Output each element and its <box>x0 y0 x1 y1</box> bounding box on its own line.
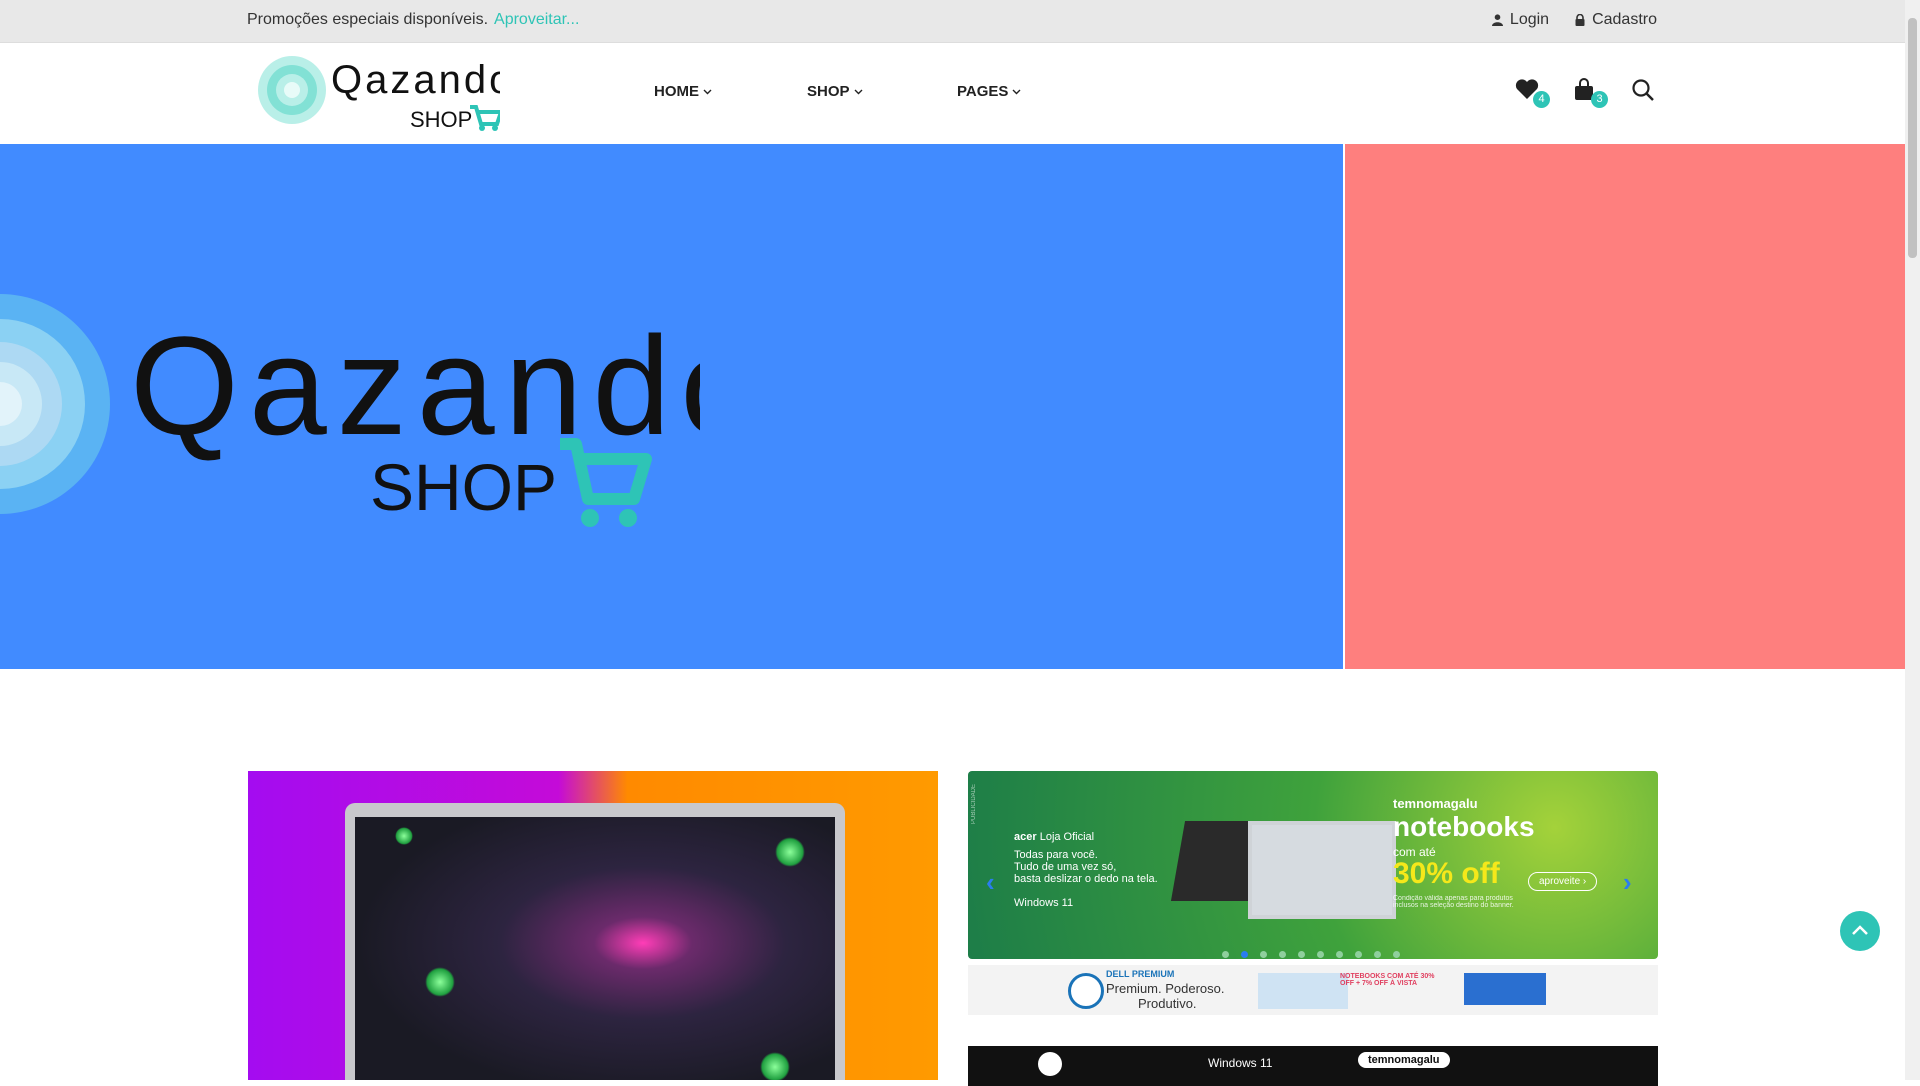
ad-side-label: PUBLICIDADE <box>971 783 978 825</box>
carousel-dot[interactable] <box>1298 951 1305 958</box>
hero-banner[interactable]: Qazando SHOP <box>0 144 1343 669</box>
hp-store-label: temnomagalu <box>1358 1052 1450 1068</box>
carousel-dot[interactable] <box>1393 951 1400 958</box>
search-icon <box>1632 79 1654 101</box>
top-bar: Promoções especiais disponíveis. Aproveit… <box>0 0 1905 43</box>
login-link[interactable]: Login <box>1491 11 1550 29</box>
tagline-line: Todas para você. <box>1014 849 1098 861</box>
signup-link[interactable]: Cadastro <box>1575 11 1657 29</box>
dell-logo <box>1068 973 1104 1009</box>
logo-sub: SHOP <box>410 107 472 131</box>
game-glow <box>775 837 805 867</box>
game-glow <box>395 827 413 845</box>
hp-logo <box>1038 1052 1062 1076</box>
ad-carousel[interactable]: acer Loja Oficial Todas para você. Tudo … <box>968 771 1658 959</box>
tagline-line: basta deslizar o dedo na tela. <box>1014 873 1158 885</box>
hero-logo-wordmark: Qazando <box>130 307 700 464</box>
carousel-right-text: temnomagalu notebooks com até 30% off Co… <box>1393 796 1535 909</box>
hero-logo-sub: SHOP <box>370 450 557 524</box>
wishlist-button[interactable]: 4 <box>1515 78 1550 108</box>
header-tools: 4 3 <box>1515 78 1657 108</box>
windows-label: Windows 11 <box>1014 897 1074 909</box>
signup-label: Cadastro <box>1592 11 1657 28</box>
carousel-dot[interactable] <box>1317 951 1324 958</box>
back-to-top-button[interactable] <box>1840 911 1880 951</box>
cart-logo-icon <box>560 438 652 527</box>
nav-shop[interactable]: SHOP <box>807 83 957 100</box>
store-label: temnomagalu <box>1393 796 1478 811</box>
page-scrollbar[interactable] <box>1905 0 1920 1080</box>
headline: notebooks <box>1393 811 1535 842</box>
wishlist-count-badge: 4 <box>1533 91 1550 108</box>
game-screenshot <box>355 817 835 1080</box>
carousel-dots <box>1222 951 1400 958</box>
fine-print: Condição válida apenas para produtos inc… <box>1393 895 1514 909</box>
game-glow <box>425 967 455 997</box>
promo-message: Promoções especiais disponíveis. Aproveit… <box>247 11 579 29</box>
carousel-dot[interactable] <box>1279 951 1286 958</box>
dell-banner[interactable]: DELL PREMIUM Premium. Poderoso. Produtiv… <box>968 965 1658 1015</box>
game-glow <box>760 1052 790 1080</box>
carousel-next-arrow[interactable]: › <box>1623 867 1632 898</box>
user-icon <box>1491 14 1503 26</box>
scrollbar-thumb[interactable] <box>1908 18 1917 258</box>
login-label: Login <box>1509 11 1550 28</box>
hp-windows-label: Windows 11 <box>1208 1056 1273 1070</box>
nav-home[interactable]: HOME <box>654 83 807 100</box>
carousel-dot[interactable] <box>1355 951 1362 958</box>
site-logo[interactable]: Qazando SHOP <box>258 55 511 132</box>
dell-tagline-2: Produtivo. <box>1138 996 1197 1011</box>
promo-link[interactable]: Aproveitar... <box>494 11 579 28</box>
cart-count-badge: 3 <box>1591 91 1608 108</box>
chevron-down-icon <box>854 89 863 94</box>
dell-laptop-image <box>1258 973 1348 1009</box>
cart-button[interactable]: 3 <box>1573 78 1608 108</box>
carousel-dot-active[interactable] <box>1241 951 1248 958</box>
nav-pages[interactable]: PAGES <box>957 83 1037 100</box>
search-button[interactable] <box>1631 78 1657 104</box>
tagline-line: Tudo de uma vez só, <box>1014 861 1117 873</box>
dell-tagline-1: Premium. Poderoso. <box>1106 981 1225 996</box>
cart-logo-icon <box>470 105 504 131</box>
chevron-up-icon <box>1852 925 1868 935</box>
dell-premium-label: DELL PREMIUM <box>1106 969 1175 979</box>
carousel-dot[interactable] <box>1260 951 1267 958</box>
logo-wordmark: Qazando <box>331 58 500 102</box>
aproveite-button[interactable]: aproveite › <box>1528 872 1598 891</box>
lock-icon <box>1575 14 1585 26</box>
brand-sub: Loja Oficial <box>1039 831 1095 843</box>
nav-home-label: HOME <box>654 83 699 100</box>
main-nav: HOME SHOP PAGES <box>654 83 1037 100</box>
carousel-dot[interactable] <box>1336 951 1343 958</box>
brand-label: acer <box>1014 831 1037 843</box>
hp-banner[interactable]: Windows 11 temnomagalu <box>968 1046 1658 1086</box>
main-header: Qazando SHOP HOME SHOP PAGES 4 3 <box>0 43 1905 143</box>
carousel-dot[interactable] <box>1374 951 1381 958</box>
nav-shop-label: SHOP <box>807 83 850 100</box>
laptop-image <box>345 803 845 1080</box>
intel-core-badges <box>1464 973 1546 1005</box>
nav-pages-label: PAGES <box>957 83 1009 100</box>
account-links: Login Cadastro <box>1491 11 1657 29</box>
carousel-dot[interactable] <box>1222 951 1229 958</box>
promo-text: Promoções especiais disponíveis. <box>247 11 489 28</box>
hero-side-panel <box>1345 144 1905 669</box>
laptop-promo-tile[interactable] <box>248 771 938 1080</box>
laptop-silver-image <box>1248 821 1396 919</box>
carousel-left-text: acer Loja Oficial Todas para você. Tudo … <box>1014 831 1158 909</box>
hero-logo: Qazando SHOP <box>0 294 700 527</box>
dell-offer: NOTEBOOKS COM ATÉ 30% OFF + 7% OFF À VIS… <box>1340 973 1435 987</box>
chevron-down-icon <box>703 89 712 94</box>
carousel-prev-arrow[interactable]: ‹ <box>986 867 995 898</box>
discount-label: 30% off <box>1393 857 1500 890</box>
chevron-down-icon <box>1012 89 1021 94</box>
